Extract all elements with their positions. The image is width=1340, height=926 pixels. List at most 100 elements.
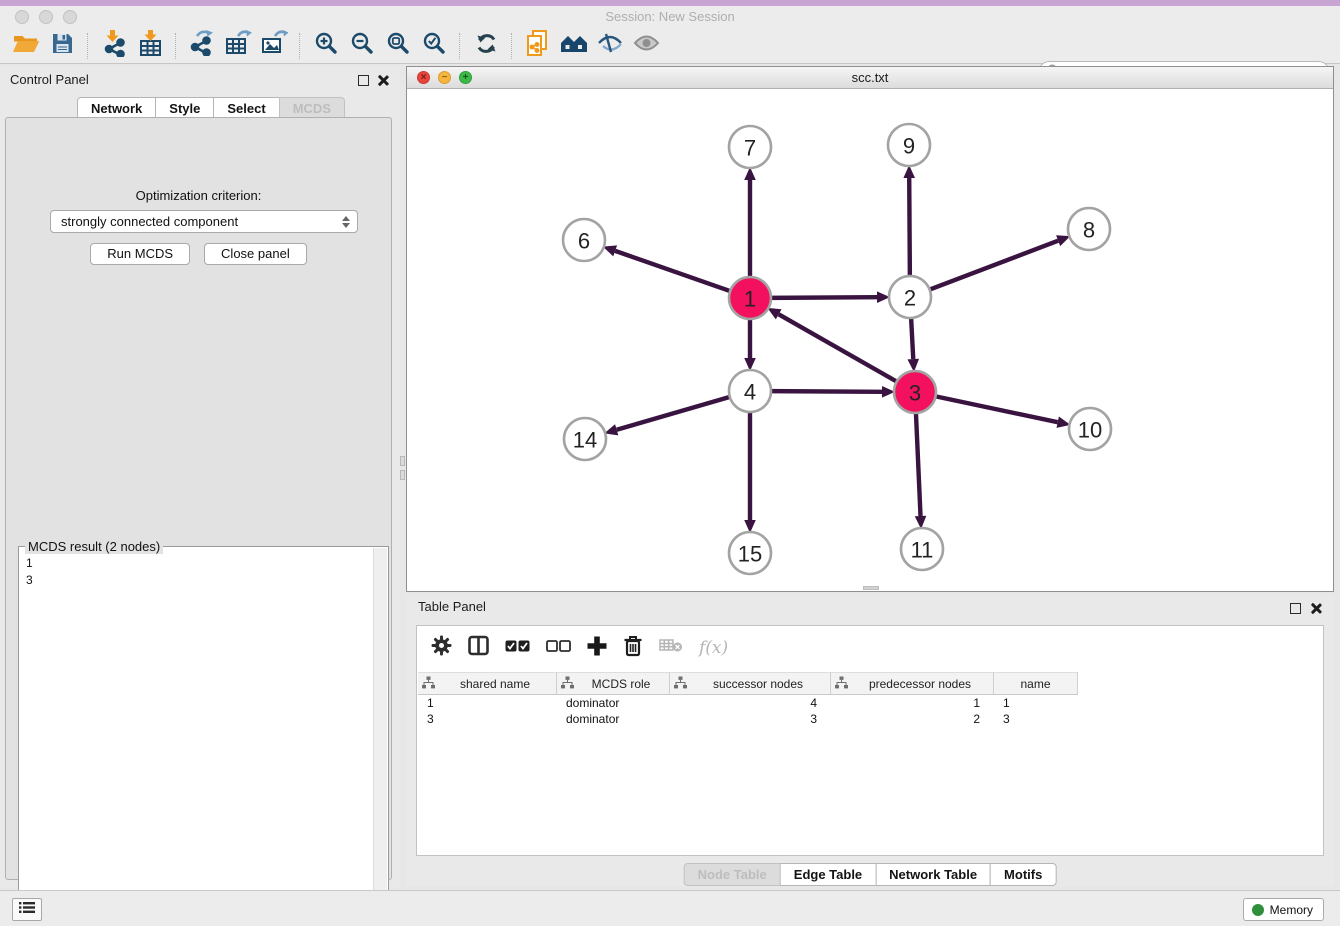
node-14[interactable]: 14 (564, 418, 606, 460)
node-10[interactable]: 10 (1069, 408, 1111, 450)
memory-status-icon (1252, 904, 1264, 916)
edge-1-4[interactable] (744, 318, 756, 371)
run-mcds-button[interactable]: Run MCDS (90, 243, 190, 265)
edge-3-10[interactable] (935, 396, 1071, 428)
node-6[interactable]: 6 (563, 219, 605, 261)
node-1[interactable]: 1 (729, 277, 771, 319)
export-image-button[interactable] (256, 31, 292, 61)
show-all-button[interactable] (628, 31, 664, 61)
houses-icon (560, 33, 588, 59)
import-table-icon (138, 30, 163, 62)
node-9[interactable]: 9 (888, 124, 930, 166)
import-table-button[interactable] (132, 31, 168, 61)
cell-successor-nodes[interactable]: 3 (670, 711, 831, 727)
refresh-icon (475, 32, 498, 60)
column-header-MCDS-role[interactable]: MCDS role (557, 672, 670, 695)
edge-4-15[interactable] (744, 411, 756, 533)
node-8[interactable]: 8 (1068, 208, 1110, 250)
network-window-titlebar[interactable]: × − + scc.txt (407, 67, 1333, 89)
column-header-name[interactable]: name (994, 672, 1078, 695)
zoom-selected-button[interactable] (416, 31, 452, 61)
edge-4-14[interactable] (604, 397, 731, 436)
criterion-select[interactable]: strongly connected component (50, 210, 358, 233)
table-header-row: shared nameMCDS rolesuccessor nodesprede… (418, 672, 1078, 695)
memory-button[interactable]: Memory (1243, 898, 1324, 921)
edge-4-3[interactable] (770, 386, 895, 398)
zoom-in-button[interactable] (308, 31, 344, 61)
zoom-fit-button[interactable] (380, 31, 416, 61)
tab-motifs[interactable]: Motifs (990, 863, 1056, 886)
select-all-rows-button[interactable] (505, 639, 530, 657)
cell-predecessor-nodes[interactable]: 2 (831, 711, 994, 727)
node-label-11: 11 (911, 538, 934, 563)
split-view-button[interactable] (468, 635, 489, 661)
table-row[interactable]: 1dominator411 (418, 695, 1078, 711)
apply-layout-button[interactable] (468, 31, 504, 61)
delete-table-button[interactable] (659, 638, 683, 658)
first-neighbors-button[interactable] (556, 31, 592, 61)
export-table-button[interactable] (220, 31, 256, 61)
hide-selected-button[interactable] (592, 31, 628, 61)
cell-name[interactable]: 3 (994, 711, 1078, 727)
table-settings-button[interactable] (431, 635, 452, 661)
cell-shared-name[interactable]: 3 (418, 711, 557, 727)
main-toolbar (0, 28, 1340, 64)
network-resize-grip[interactable] (863, 586, 879, 590)
toolbar-separator (175, 33, 177, 59)
column-header-predecessor-nodes[interactable]: predecessor nodes (831, 672, 994, 695)
edge-2-9[interactable] (903, 165, 915, 277)
tab-node-table[interactable]: Node Table (684, 863, 781, 886)
edge-1-6[interactable] (603, 245, 731, 291)
edge-1-7[interactable] (744, 167, 756, 278)
cell-MCDS-role[interactable]: dominator (557, 695, 670, 711)
cell-MCDS-role[interactable]: dominator (557, 711, 670, 727)
node-11[interactable]: 11 (901, 528, 943, 570)
panel-splitter[interactable] (400, 456, 405, 486)
edge-3-11[interactable] (915, 412, 927, 529)
criterion-select-value: strongly connected component (61, 214, 238, 229)
node-3[interactable]: 3 (894, 371, 936, 413)
float-table-panel-icon[interactable] (1290, 603, 1301, 614)
edge-1-2[interactable] (770, 291, 890, 303)
open-session-button[interactable] (8, 31, 44, 61)
task-history-button[interactable] (12, 898, 42, 921)
network-canvas[interactable]: 7 9 6 8 1 2 4 3 14 10 15 11 (407, 89, 1333, 592)
cell-predecessor-nodes[interactable]: 1 (831, 695, 994, 711)
table-row[interactable]: 3dominator323 (418, 711, 1078, 727)
edge-2-8[interactable] (929, 235, 1071, 290)
toolbar-separator (87, 33, 89, 59)
node-4[interactable]: 4 (729, 370, 771, 412)
cell-shared-name[interactable]: 1 (418, 695, 557, 711)
mcds-result-scrollbar[interactable] (373, 548, 387, 923)
tab-edge-table[interactable]: Edge Table (780, 863, 876, 886)
add-column-button[interactable] (587, 636, 607, 661)
import-network-button[interactable] (96, 31, 132, 61)
node-label-10: 10 (1078, 418, 1102, 443)
float-panel-icon[interactable] (358, 75, 369, 86)
column-header-shared-name[interactable]: shared name (418, 672, 557, 695)
close-panel-icon[interactable] (376, 74, 389, 87)
column-type-icon (561, 676, 577, 692)
eye-slash-icon (597, 33, 623, 58)
node-7[interactable]: 7 (729, 126, 771, 168)
tab-network-table[interactable]: Network Table (875, 863, 991, 886)
node-label-2: 2 (904, 286, 916, 311)
edge-3-1[interactable] (767, 308, 897, 382)
export-network-button[interactable] (184, 31, 220, 61)
clone-network-button[interactable] (520, 31, 556, 61)
cell-successor-nodes[interactable]: 4 (670, 695, 831, 711)
close-table-panel-icon[interactable] (1309, 602, 1322, 615)
delete-column-button[interactable] (623, 635, 643, 662)
cell-name[interactable]: 1 (994, 695, 1078, 711)
node-2[interactable]: 2 (889, 276, 931, 318)
edge-2-3[interactable] (907, 317, 919, 372)
trash-icon (623, 635, 643, 662)
zoom-out-button[interactable] (344, 31, 380, 61)
save-session-button[interactable] (44, 31, 80, 61)
column-header-successor-nodes[interactable]: successor nodes (670, 672, 831, 695)
function-builder-button[interactable]: f(x) (699, 638, 728, 658)
mcds-result-text[interactable]: 1 3 (19, 551, 374, 920)
node-15[interactable]: 15 (729, 532, 771, 574)
close-panel-button[interactable]: Close panel (204, 243, 307, 265)
deselect-all-rows-button[interactable] (546, 639, 571, 657)
